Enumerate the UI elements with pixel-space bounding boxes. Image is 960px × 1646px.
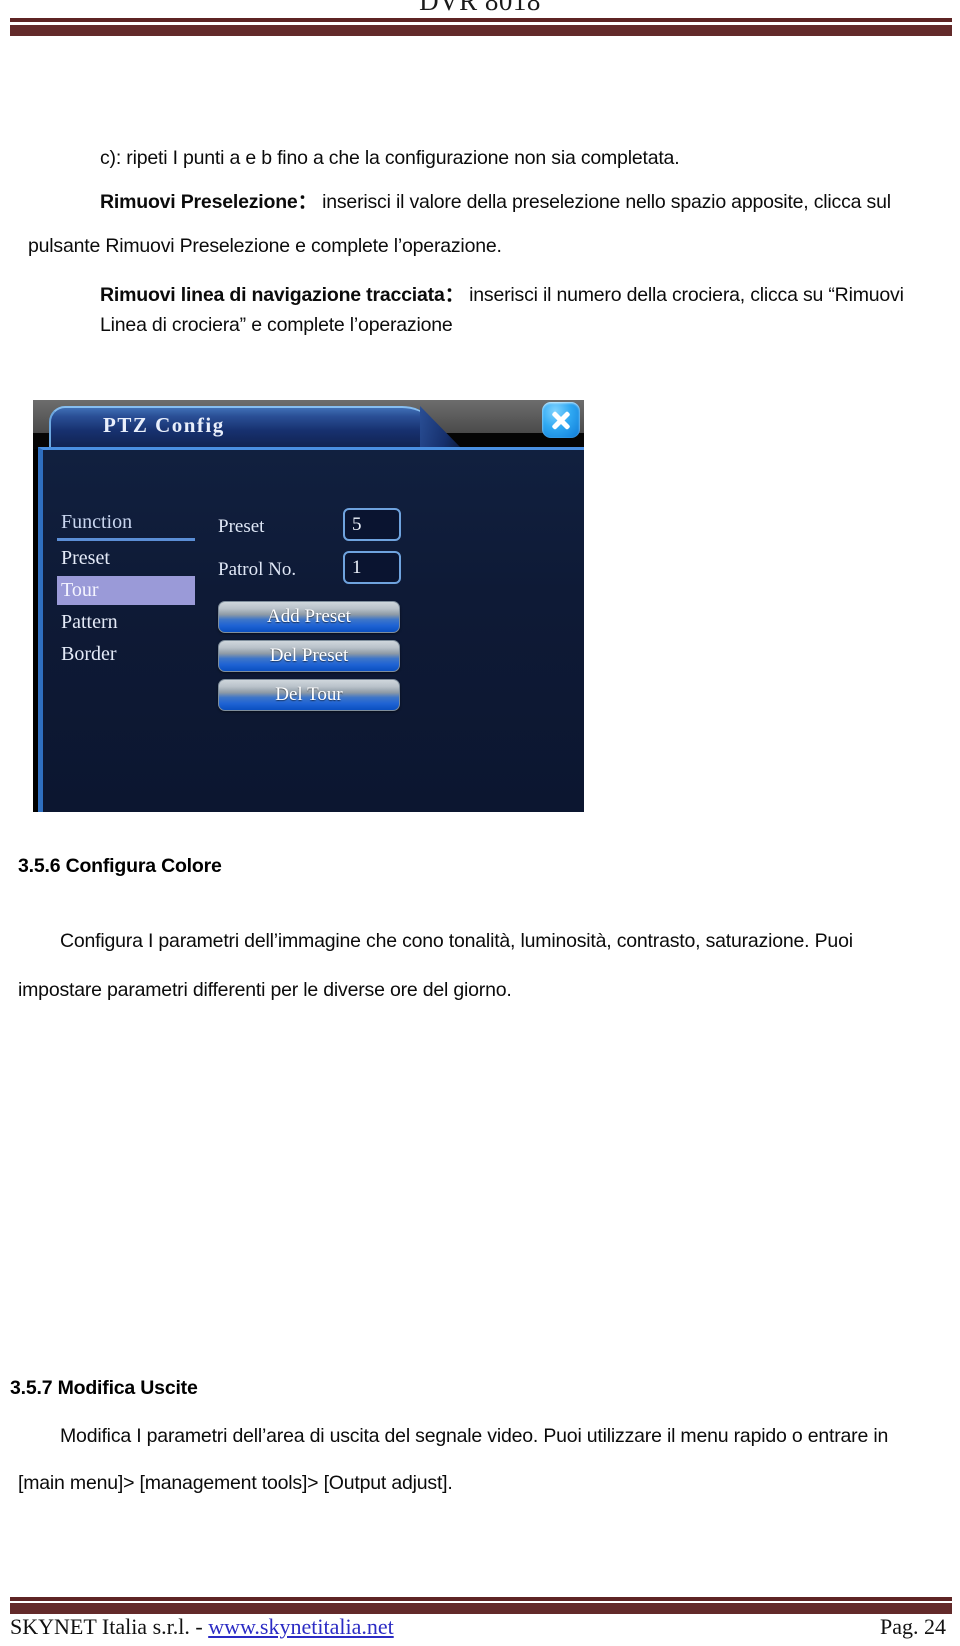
rimuovi-preselezione-text-line1: inserisci il valore della preselezione n… [322,191,891,213]
header-rule-thin [10,18,952,22]
rimuovi-linea-text-line1: inserisci il numero della crociera, clic… [469,284,904,306]
del-tour-label: Del Tour [275,684,343,705]
ptz-patrol-label: Patrol No. [218,559,297,580]
ptz-dialog-frame: Function Preset Tour Pattern Border Pres… [38,447,584,812]
paragraph-rimuovi-linea-line2: Linea di crociera” e complete l’operazio… [100,314,453,336]
ptz-field-row-patrol: Patrol No. 1 [218,551,448,594]
ptz-dialog-content: Function Preset Tour Pattern Border Pres… [43,450,584,812]
ptz-form: Preset 5 Patrol No. 1 Add Preset Del Pre… [218,508,448,711]
ptz-field-row-preset: Preset 5 [218,508,448,551]
footer-website-link[interactable]: www.skynetitalia.net [208,1614,394,1639]
ptz-dialog-title: PTZ Config [103,413,225,437]
paragraph-3-5-7-line2: [main menu]> [management tools]> [Output… [18,1472,453,1494]
ptz-menu-item-pattern[interactable]: Pattern [57,608,195,637]
rimuovi-preselezione-separator: ： [297,191,318,213]
footer-rule-thin [10,1597,952,1601]
footer-rule-thick [10,1603,952,1614]
del-preset-label: Del Preset [269,645,349,666]
document-header-title: DVR 8018 [419,0,541,16]
ptz-patrol-value: 1 [352,557,362,578]
footer-company: SKYNET Italia s.r.l. - www.skynetitalia.… [10,1614,394,1640]
heading-3-5-7: 3.5.7 Modifica Uscite [10,1377,198,1399]
rimuovi-linea-label: Rimuovi linea di navigazione tracciata [100,284,445,306]
paragraph-rimuovi-preselezione: Rimuovi Preselezione： inserisci il valor… [100,190,920,214]
ptz-preset-value: 5 [352,514,362,535]
add-preset-button[interactable]: Add Preset [218,601,400,633]
header-rule-thick [10,25,952,36]
rimuovi-preselezione-label: Rimuovi Preselezione [100,191,298,213]
ptz-patrol-input[interactable]: 1 [343,551,401,584]
paragraph-rimuovi-preselezione-line2: pulsante Rimuovi Preselezione e complete… [28,235,502,257]
paragraph-3-5-7-line1: Modifica I parametri dell’area di uscita… [60,1425,889,1447]
ptz-function-menu: Function Preset Tour Pattern Border [57,510,195,669]
ptz-menu-item-border[interactable]: Border [57,640,195,669]
paragraph-point-c: c): ripeti I punti a e b fino a che la c… [100,147,680,169]
rimuovi-linea-separator: ： [444,284,465,306]
close-icon[interactable] [542,402,580,438]
ptz-menu-item-preset[interactable]: Preset [57,544,195,573]
paragraph-rimuovi-linea: Rimuovi linea di navigazione tracciata： … [100,283,920,307]
paragraph-3-5-6-line1: Configura I parametri dell’immagine che … [60,930,853,952]
footer-company-name: SKYNET Italia s.r.l. - [10,1614,209,1639]
add-preset-label: Add Preset [267,606,351,627]
heading-3-5-6: 3.5.6 Configura Colore [18,855,222,877]
footer-page-number: Pag. 24 [880,1614,946,1639]
page-header: DVR 8018 [0,0,960,40]
ptz-preset-label: Preset [218,516,265,537]
ptz-menu-item-tour[interactable]: Tour [57,576,195,605]
del-tour-button[interactable]: Del Tour [218,679,400,711]
ptz-preset-input[interactable]: 5 [343,508,401,541]
ptz-menu-header: Function [57,510,195,541]
paragraph-3-5-6-line2: impostare parametri differenti per le di… [18,979,512,1001]
ptz-config-screenshot: PTZ Config Function Preset Tour Pattern … [33,400,584,812]
del-preset-button[interactable]: Del Preset [218,640,400,672]
